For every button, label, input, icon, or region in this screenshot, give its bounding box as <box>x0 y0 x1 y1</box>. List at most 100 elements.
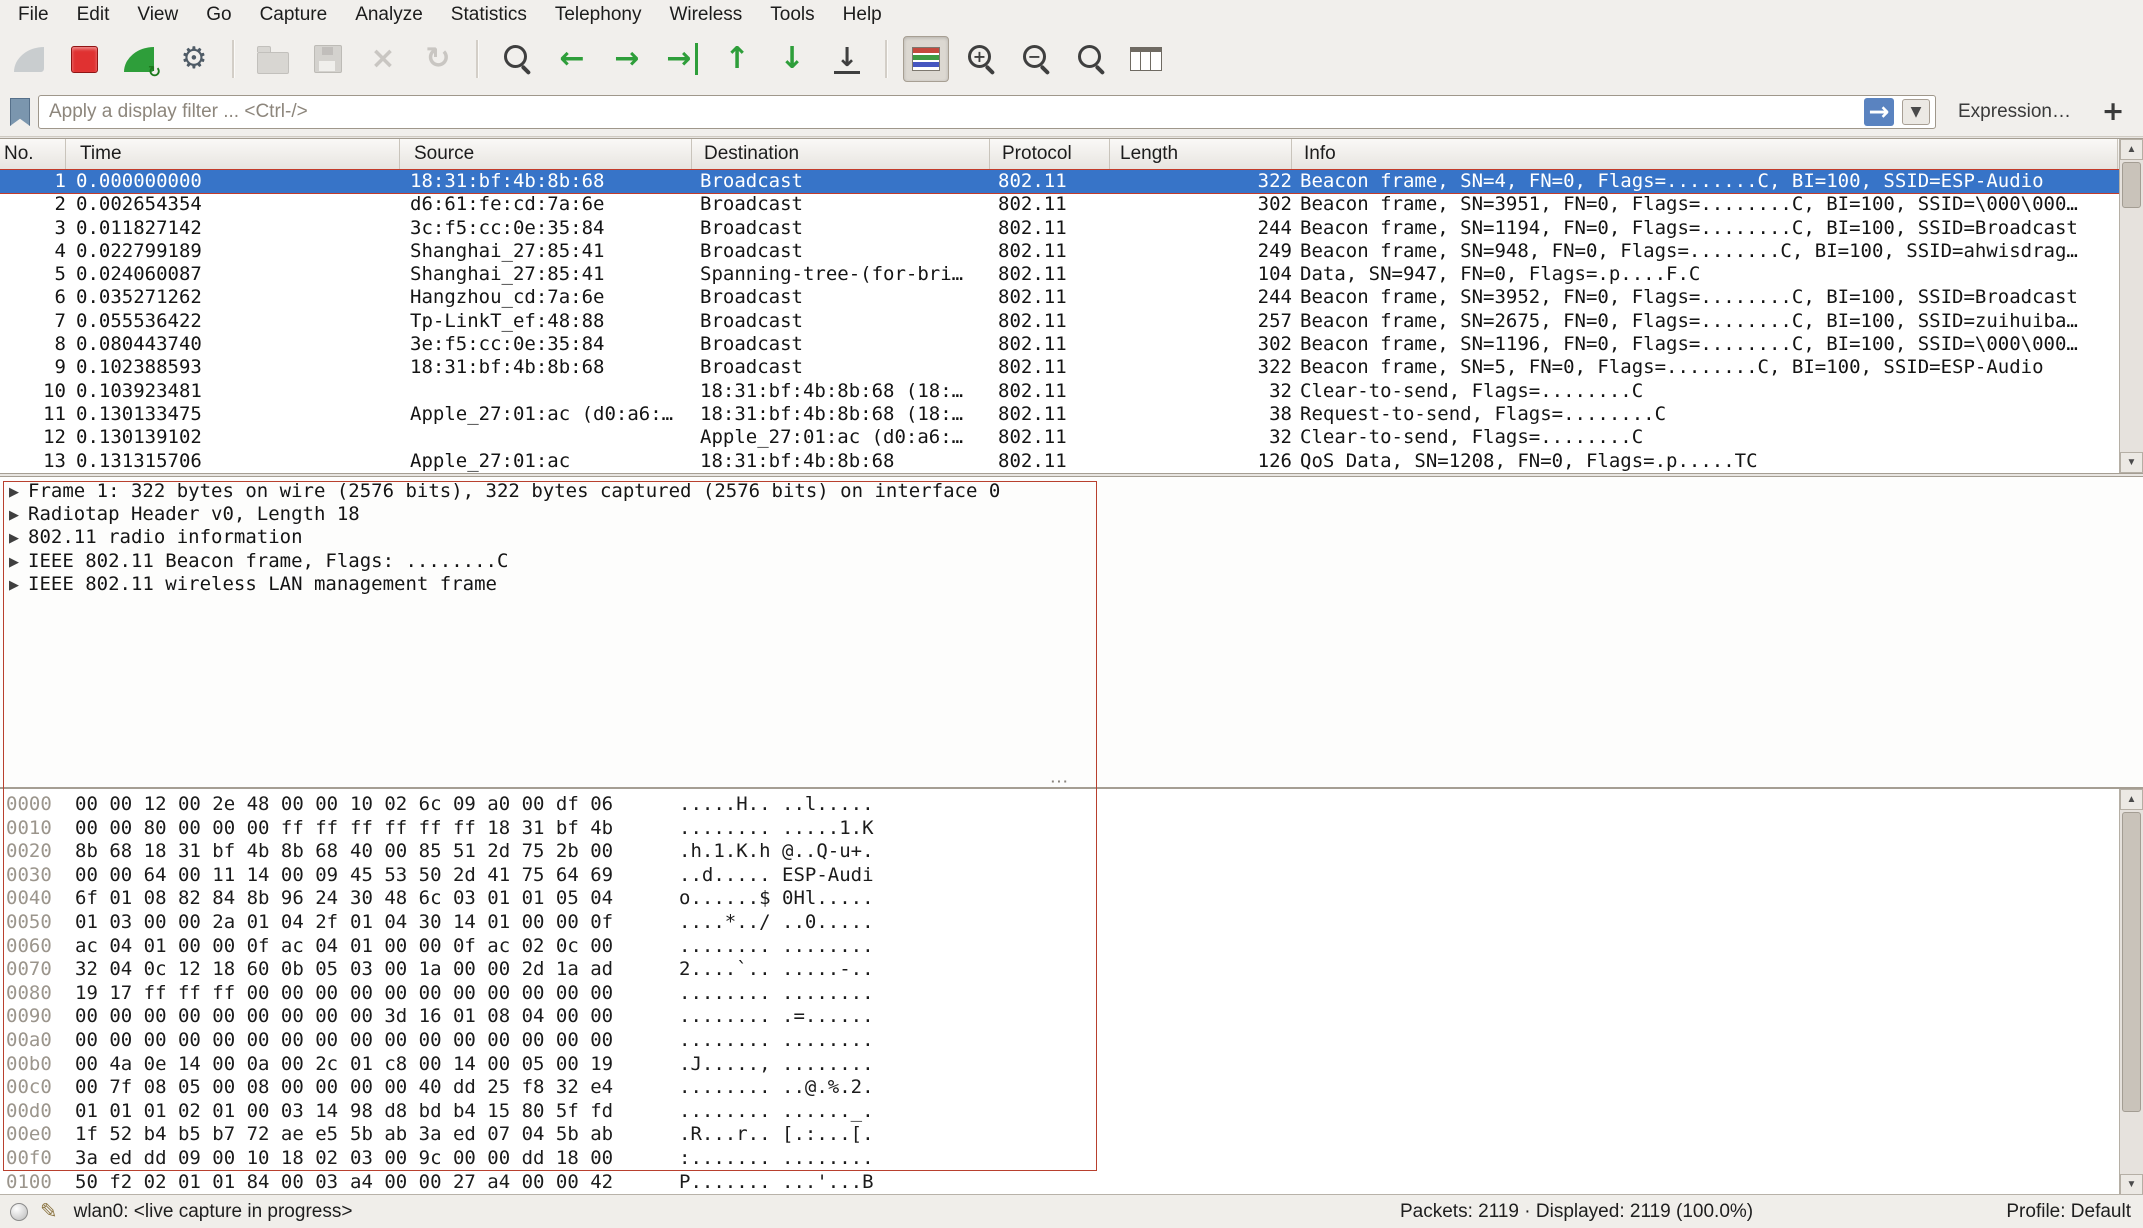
column-header-time[interactable]: Time <box>76 139 400 169</box>
expert-info-icon[interactable] <box>10 1203 28 1221</box>
hex-row[interactable]: 0070 32 04 0c 12 18 60 0b 05 03 00 1a 00… <box>0 958 2113 982</box>
packet-list-scrollbar[interactable]: ▲ ▼ <box>2119 139 2143 473</box>
save-capture-button[interactable] <box>305 36 351 82</box>
hex-row[interactable]: 00d0 01 01 01 02 01 00 03 14 98 d8 bd b4… <box>0 1100 2113 1124</box>
hex-row[interactable]: 00a0 00 00 00 00 00 00 00 00 00 00 00 00… <box>0 1029 2113 1053</box>
packet-row-8[interactable]: 80.0804437403e:f5:cc:0e:35:84Broadcast80… <box>0 333 2120 356</box>
colorize-packets-button[interactable] <box>903 36 949 82</box>
menu-view[interactable]: View <box>123 0 192 30</box>
column-header-dst[interactable]: Destination <box>700 139 990 169</box>
go-back-button[interactable]: ← <box>549 36 595 82</box>
zoom-out-button[interactable] <box>1013 36 1059 82</box>
column-header-len[interactable]: Length <box>1114 139 1292 169</box>
resize-columns-button[interactable] <box>1123 36 1169 82</box>
menu-help[interactable]: Help <box>829 0 896 30</box>
start-capture-button[interactable] <box>6 36 52 82</box>
hex-row[interactable]: 00f0 3a ed dd 09 00 10 18 02 03 00 9c 00… <box>0 1147 2113 1171</box>
zoom-normal-button[interactable] <box>1068 36 1114 82</box>
hex-row[interactable]: 0090 00 00 00 00 00 00 00 00 00 3d 16 01… <box>0 1005 2113 1029</box>
hex-row[interactable]: 0000 00 00 12 00 2e 48 00 00 10 02 6c 09… <box>0 793 2113 817</box>
hex-row[interactable]: 0050 01 03 00 00 2a 01 04 2f 01 04 30 14… <box>0 911 2113 935</box>
scroll-down-icon[interactable]: ▼ <box>2120 1174 2143 1195</box>
packet-row-3[interactable]: 30.0118271423c:f5:cc:0e:35:84Broadcast80… <box>0 217 2120 240</box>
scrollbar-thumb[interactable] <box>2122 812 2141 1112</box>
detail-row[interactable]: ▶ Frame 1: 322 bytes on wire (2576 bits)… <box>0 480 2113 503</box>
expander-icon[interactable]: ▶ <box>9 550 19 573</box>
expander-icon[interactable]: ▶ <box>9 573 19 596</box>
hex-row[interactable]: 00c0 00 7f 08 05 00 08 00 00 00 00 40 dd… <box>0 1076 2113 1100</box>
open-capture-button[interactable] <box>250 36 296 82</box>
menu-edit[interactable]: Edit <box>63 0 124 30</box>
capture-options-button[interactable]: ⚙ <box>171 36 217 82</box>
menu-capture[interactable]: Capture <box>246 0 342 30</box>
packet-row-13[interactable]: 130.131315706Apple_27:01:ac18:31:bf:4b:8… <box>0 450 2120 473</box>
auto-scroll-button[interactable]: ↓ <box>824 36 870 82</box>
expander-icon[interactable]: ▶ <box>9 503 19 526</box>
scroll-up-icon[interactable]: ▲ <box>2120 789 2143 810</box>
expander-icon[interactable]: ▶ <box>9 480 19 503</box>
packet-row-6[interactable]: 60.035271262Hangzhou_cd:7a:6eBroadcast80… <box>0 286 2120 309</box>
filter-bookmark-icon[interactable] <box>10 98 30 126</box>
detail-row[interactable]: ▶ Radiotap Header v0, Length 18 <box>0 503 2113 526</box>
capture-comment-icon[interactable]: ✎ <box>40 1202 58 1222</box>
menu-statistics[interactable]: Statistics <box>437 0 541 30</box>
packet-row-7[interactable]: 70.055536422Tp-LinkT_ef:48:88Broadcast80… <box>0 310 2120 333</box>
go-first-packet-button[interactable]: ↑ <box>714 36 760 82</box>
hex-row[interactable]: 0040 6f 01 08 82 84 8b 96 24 30 48 6c 03… <box>0 887 2113 911</box>
filter-add-button[interactable]: + <box>2093 96 2133 128</box>
menu-wireless[interactable]: Wireless <box>655 0 756 30</box>
display-filter-input[interactable] <box>38 95 1936 129</box>
hex-ascii: ........ <box>679 817 771 841</box>
menu-analyze[interactable]: Analyze <box>341 0 437 30</box>
reload-capture-button[interactable]: ↻ <box>415 36 461 82</box>
hex-bytes: 03 00 1a 00 00 2d 1a ad <box>350 958 613 982</box>
column-header-src[interactable]: Source <box>410 139 692 169</box>
packet-row-11[interactable]: 110.130133475Apple_27:01:ac (d0:a6:…18:3… <box>0 403 2120 426</box>
packet-row-9[interactable]: 90.10238859318:31:bf:4b:8b:68Broadcast80… <box>0 356 2120 379</box>
close-capture-button[interactable]: × <box>360 36 406 82</box>
filter-apply-icon[interactable]: → <box>1864 98 1894 126</box>
go-last-packet-button[interactable]: ↓ <box>769 36 815 82</box>
hex-row[interactable]: 0080 19 17 ff ff ff 00 00 00 00 00 00 00… <box>0 982 2113 1006</box>
column-header-proto[interactable]: Protocol <box>998 139 1110 169</box>
column-header-info[interactable]: Info <box>1300 139 2118 169</box>
column-header-no[interactable]: No. <box>0 139 66 169</box>
packet-row-12[interactable]: 120.130139102Apple_27:01:ac (d0:a6:…802.… <box>0 426 2120 449</box>
packet-row-5[interactable]: 50.024060087Shanghai_27:85:41Spanning-tr… <box>0 263 2120 286</box>
hex-row[interactable]: 00e0 1f 52 b4 b5 b7 72 ae e5 5b ab 3a ed… <box>0 1123 2113 1147</box>
hex-row[interactable]: 0020 8b 68 18 31 bf 4b 8b 68 40 00 85 51… <box>0 840 2113 864</box>
filter-dropdown-button[interactable]: ▼ <box>1902 99 1930 125</box>
packet-row-1[interactable]: 10.00000000018:31:bf:4b:8b:68Broadcast80… <box>0 170 2120 193</box>
cell-proto: 802.11 <box>998 403 1110 426</box>
packet-row-2[interactable]: 20.002654354d6:61:fe:cd:7a:6eBroadcast80… <box>0 193 2120 216</box>
hex-row[interactable]: 0100 50 f2 02 01 01 84 00 03 a4 00 00 27… <box>0 1171 2113 1195</box>
expression-button[interactable]: Expression… <box>1944 101 2085 123</box>
expander-icon[interactable]: ▶ <box>9 526 19 549</box>
scroll-up-icon[interactable]: ▲ <box>2120 139 2143 160</box>
menu-file[interactable]: File <box>4 0 63 30</box>
packet-row-10[interactable]: 100.10392348118:31:bf:4b:8b:68 (18:…802.… <box>0 380 2120 403</box>
hex-row[interactable]: 0030 00 00 64 00 11 14 00 09 45 53 50 2d… <box>0 864 2113 888</box>
profile-text[interactable]: Profile: Default <box>2006 1201 2131 1223</box>
hex-row[interactable]: 0010 00 00 80 00 00 00 ff ff ff ff ff ff… <box>0 817 2113 841</box>
find-packet-button[interactable] <box>494 36 540 82</box>
restart-capture-button[interactable] <box>116 36 162 82</box>
scrollbar-thumb[interactable] <box>2122 162 2141 208</box>
go-forward-button[interactable]: → <box>604 36 650 82</box>
menu-go[interactable]: Go <box>192 0 245 30</box>
menu-telephony[interactable]: Telephony <box>541 0 656 30</box>
detail-row[interactable]: ▶ IEEE 802.11 wireless LAN management fr… <box>0 573 2113 596</box>
hex-row[interactable]: 0060 ac 04 01 00 00 0f ac 04 01 00 00 0f… <box>0 935 2113 959</box>
go-to-packet-button[interactable]: → <box>659 36 705 82</box>
pane-splitter-handle[interactable]: ··· <box>1020 778 1100 787</box>
zoom-in-button[interactable] <box>958 36 1004 82</box>
packet-row-4[interactable]: 40.022799189Shanghai_27:85:41Broadcast80… <box>0 240 2120 263</box>
scroll-down-icon[interactable]: ▼ <box>2120 452 2143 473</box>
stop-capture-button[interactable] <box>61 36 107 82</box>
detail-row[interactable]: ▶ IEEE 802.11 Beacon frame, Flags: .....… <box>0 550 2113 573</box>
bytes-scrollbar[interactable]: ▲ ▼ <box>2119 789 2143 1195</box>
zoom-in-icon <box>964 42 998 76</box>
detail-row[interactable]: ▶ 802.11 radio information <box>0 526 2113 549</box>
hex-row[interactable]: 00b0 00 4a 0e 14 00 0a 00 2c 01 c8 00 14… <box>0 1053 2113 1077</box>
menu-tools[interactable]: Tools <box>756 0 828 30</box>
